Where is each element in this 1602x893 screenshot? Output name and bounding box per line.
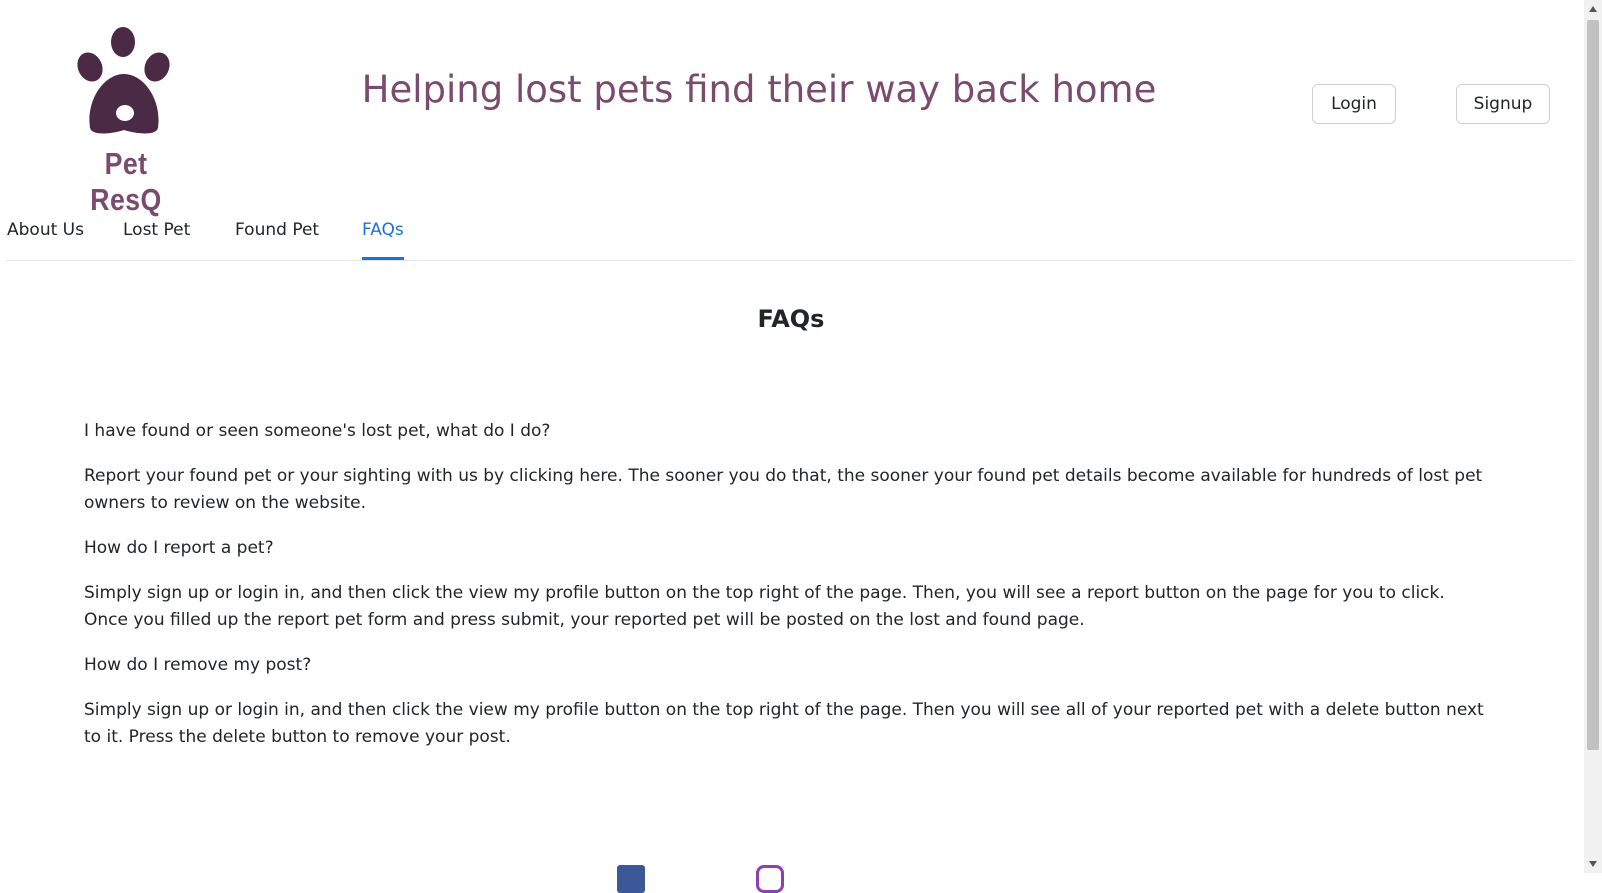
instagram-icon[interactable] bbox=[756, 865, 784, 893]
login-button[interactable]: Login bbox=[1312, 84, 1396, 124]
faq-answer: Simply sign up or login in, and then cli… bbox=[84, 700, 1484, 747]
paw-icon bbox=[77, 27, 170, 134]
brand-name: Pet ResQ bbox=[90, 146, 162, 217]
facebook-icon[interactable] bbox=[617, 865, 645, 893]
scroll-up-arrow-icon[interactable] bbox=[1589, 6, 1597, 12]
scrollbar-thumb[interactable] bbox=[1587, 20, 1599, 750]
faq-question: I have found or seen someone's lost pet,… bbox=[84, 421, 551, 441]
tagline: Helping lost pets find their way back ho… bbox=[361, 68, 1157, 111]
vertical-scrollbar[interactable] bbox=[1584, 0, 1602, 873]
faq-list: I have found or seen someone's lost pet,… bbox=[84, 418, 1494, 769]
site-logo[interactable]: Pet ResQ bbox=[62, 20, 190, 217]
faq-question: How do I report a pet? bbox=[84, 538, 274, 558]
nav-item-faqs[interactable]: FAQs bbox=[362, 210, 404, 260]
page-title: FAQs bbox=[757, 305, 825, 333]
nav-item-found-pet[interactable]: Found Pet bbox=[235, 210, 319, 258]
signup-button[interactable]: Signup bbox=[1456, 84, 1550, 124]
scroll-down-arrow-icon[interactable] bbox=[1589, 861, 1597, 867]
faq-answer: Simply sign up or login in, and then cli… bbox=[84, 583, 1445, 630]
nav-item-about-us[interactable]: About Us bbox=[7, 210, 84, 258]
nav-item-lost-pet[interactable]: Lost Pet bbox=[123, 210, 190, 258]
faq-answer: Report your found pet or your sighting w… bbox=[84, 466, 1483, 513]
faq-question: How do I remove my post? bbox=[84, 655, 312, 675]
main-nav: About Us Lost Pet Found Pet FAQs bbox=[6, 210, 1574, 261]
